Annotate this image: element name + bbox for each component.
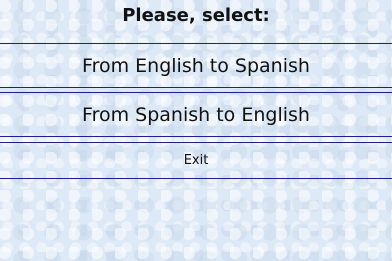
exit-button[interactable]: Exit	[0, 142, 392, 179]
english-to-spanish-label: From English to Spanish	[82, 54, 310, 77]
english-to-spanish-button[interactable]: From English to Spanish	[0, 43, 392, 88]
page-title: Please, select:	[122, 5, 270, 26]
spanish-to-english-button[interactable]: From Spanish to English	[0, 92, 392, 137]
spanish-to-english-label: From Spanish to English	[82, 103, 310, 126]
exit-label: Exit	[183, 153, 209, 168]
